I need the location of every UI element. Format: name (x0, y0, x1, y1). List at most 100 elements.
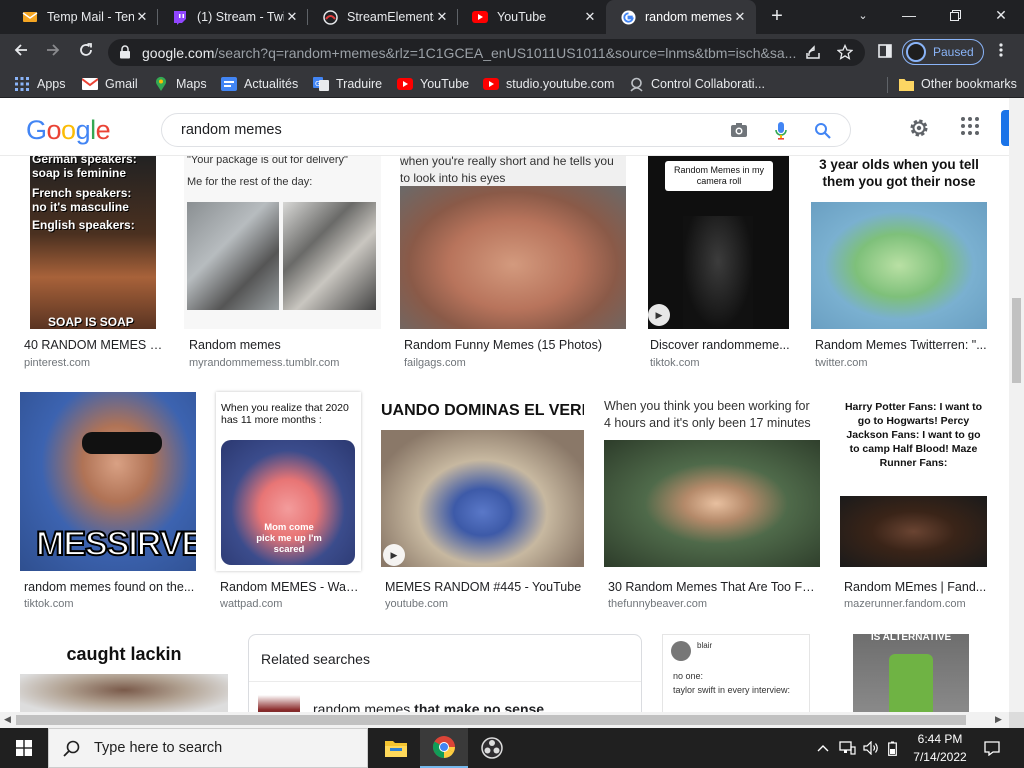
address-bar[interactable]: google.com/search?q=random+memes&rlz=1C1… (108, 39, 865, 66)
image-result[interactable]: blair no one: taylor swift in every inte… (662, 634, 810, 712)
scrollbar-thumb[interactable] (1012, 298, 1021, 383)
result-thumbnail[interactable]: 3 year olds when you tell them you got t… (811, 156, 987, 329)
side-panel-button[interactable] (872, 40, 898, 64)
close-icon[interactable]: ✕ (732, 9, 748, 25)
microphone-icon[interactable] (775, 122, 787, 145)
result-thumbnail[interactable]: blair no one: taylor swift in every inte… (662, 634, 810, 712)
result-thumbnail[interactable]: When you realize that 2020 has 11 more m… (216, 392, 361, 571)
play-icon[interactable]: ▶ (648, 304, 670, 326)
scroll-left-icon[interactable]: ◀ (4, 714, 11, 725)
battery-button[interactable] (885, 728, 899, 768)
result-title[interactable]: Random MEMES - Watt... (220, 580, 360, 594)
google-logo[interactable]: Google (26, 115, 111, 146)
image-result[interactable]: UANDO DOMINAS EL VERBO TO B ▶ MEMES RAND… (381, 392, 591, 612)
result-thumbnail[interactable]: IS ALTERNATIVE (853, 634, 969, 712)
result-title[interactable]: 40 RANDOM MEMES F... (24, 338, 164, 352)
bookmark-studio-youtube[interactable]: studio.youtube.com (483, 75, 614, 93)
result-thumbnail[interactable]: Harry Potter Fans: I want to go to Hogwa… (840, 392, 987, 567)
other-bookmarks[interactable]: Other bookmarks (898, 75, 1017, 93)
tab-youtube[interactable]: YouTube ✕ (458, 0, 606, 34)
tab-twitch[interactable]: (1) Stream - Twi ✕ (158, 0, 308, 34)
share-icon[interactable] (805, 44, 821, 65)
result-source[interactable]: twitter.com (815, 357, 868, 369)
result-title[interactable]: random memes found on the... (24, 580, 196, 594)
bookmark-actualites[interactable]: Actualités (221, 75, 298, 93)
image-result[interactable]: MESSIRVE random memes found on the... ti… (20, 392, 200, 612)
bookmark-apps[interactable]: Apps (14, 75, 66, 93)
result-title[interactable]: Random MEmes | Fand... (844, 580, 988, 594)
account-button[interactable] (1001, 110, 1009, 146)
result-source[interactable]: tiktok.com (650, 357, 700, 369)
bookmark-traduire[interactable]: G Traduire (313, 75, 382, 93)
result-thumbnail[interactable]: MESSIRVE (20, 392, 196, 571)
browser-menu-button[interactable] (988, 40, 1014, 64)
play-icon[interactable]: ▶ (383, 544, 405, 566)
show-hidden-icons-button[interactable] (815, 728, 831, 768)
close-icon[interactable]: ✕ (434, 9, 450, 25)
chrome-taskbar-button[interactable] (420, 728, 468, 768)
taskbar-clock[interactable]: 6:44 PM 7/14/2022 (904, 730, 976, 766)
back-button[interactable] (8, 40, 34, 64)
google-apps-icon[interactable] (961, 117, 979, 140)
new-tab-button[interactable]: + (765, 4, 789, 28)
result-thumbnail[interactable]: caught lackin (20, 634, 228, 712)
bookmark-maps[interactable]: Maps (153, 75, 207, 93)
image-result[interactable]: 3 year olds when you tell them you got t… (811, 156, 991, 371)
maximize-button[interactable] (932, 0, 978, 30)
image-result[interactable]: IS ALTERNATIVE (834, 634, 988, 712)
related-search-item[interactable]: random memes that make no sense (313, 701, 544, 712)
reload-button[interactable] (73, 40, 99, 64)
result-source[interactable]: myrandommemess.tumblr.com (189, 357, 339, 369)
image-result[interactable]: When you realize that 2020 has 11 more m… (216, 392, 366, 612)
result-thumbnail[interactable]: When you think you been working for 4 ho… (604, 392, 820, 567)
minimize-button[interactable]: — (886, 0, 932, 30)
close-window-button[interactable]: ✕ (978, 0, 1024, 30)
obs-taskbar-button[interactable] (468, 728, 516, 768)
scroll-right-icon[interactable]: ▶ (995, 714, 1002, 725)
bookmark-gmail[interactable]: Gmail (82, 75, 138, 93)
star-icon[interactable] (836, 43, 854, 65)
start-button[interactable] (0, 728, 48, 768)
result-source[interactable]: mazerunner.fandom.com (844, 598, 966, 610)
result-title[interactable]: 30 Random Memes That Are Too Fu... (608, 580, 818, 594)
bookmark-control-collaboration[interactable]: Control Collaborati... (628, 75, 765, 93)
result-title[interactable]: Random Funny Memes (15 Photos) (404, 338, 630, 352)
result-source[interactable]: youtube.com (385, 598, 448, 610)
close-icon[interactable]: ✕ (284, 9, 300, 25)
image-result[interactable]: German speakers: soap is feminine French… (24, 156, 164, 371)
tab-google-random-memes[interactable]: random memes ✕ (606, 0, 756, 34)
result-title[interactable]: Random memes (189, 338, 379, 352)
vertical-scrollbar[interactable] (1009, 98, 1024, 712)
result-source[interactable]: tiktok.com (24, 598, 74, 610)
taskbar-search[interactable]: Type here to search (48, 728, 368, 768)
result-source[interactable]: thefunnybeaver.com (608, 598, 707, 610)
search-box[interactable]: random memes (161, 113, 851, 147)
image-result[interactable]: Random Memes in my camera roll ▶ Discove… (648, 156, 798, 371)
file-explorer-button[interactable] (372, 728, 420, 768)
result-thumbnail[interactable]: Random Memes in my camera roll ▶ (648, 156, 789, 329)
result-title[interactable]: MEMES RANDOM #445 - YouTube (385, 580, 585, 594)
settings-gear-icon[interactable] (908, 117, 930, 144)
related-thumbnail[interactable] (258, 695, 300, 712)
image-result[interactable]: when you're really short and he tells yo… (400, 156, 630, 371)
volume-button[interactable] (862, 728, 880, 768)
image-result[interactable]: Harry Potter Fans: I want to go to Hogwa… (840, 392, 990, 612)
tab-temp-mail[interactable]: Temp Mail - Ten ✕ (8, 0, 158, 34)
result-thumbnail[interactable]: when you're really short and he tells yo… (400, 156, 626, 329)
result-source[interactable]: wattpad.com (220, 598, 282, 610)
network-button[interactable] (838, 728, 856, 768)
result-thumbnail[interactable]: UANDO DOMINAS EL VERBO TO B ▶ (381, 392, 584, 567)
horizontal-scrollbar[interactable]: ◀ ▶ (0, 712, 1009, 728)
close-icon[interactable]: ✕ (134, 9, 150, 25)
scrollbar-thumb[interactable] (16, 715, 966, 725)
result-title[interactable]: Random Memes Twitterren: "... (815, 338, 987, 352)
result-thumbnail[interactable]: "Your package is out for delivery" Me fo… (184, 156, 381, 329)
profile-button[interactable]: Paused (902, 39, 984, 65)
close-icon[interactable]: ✕ (582, 9, 598, 25)
camera-icon[interactable] (730, 122, 748, 143)
bookmark-youtube[interactable]: YouTube (397, 75, 469, 93)
image-result[interactable]: When you think you been working for 4 ho… (604, 392, 826, 612)
forward-button[interactable] (40, 40, 66, 64)
search-icon[interactable] (814, 122, 831, 144)
result-title[interactable]: Discover randommeme... (650, 338, 790, 352)
